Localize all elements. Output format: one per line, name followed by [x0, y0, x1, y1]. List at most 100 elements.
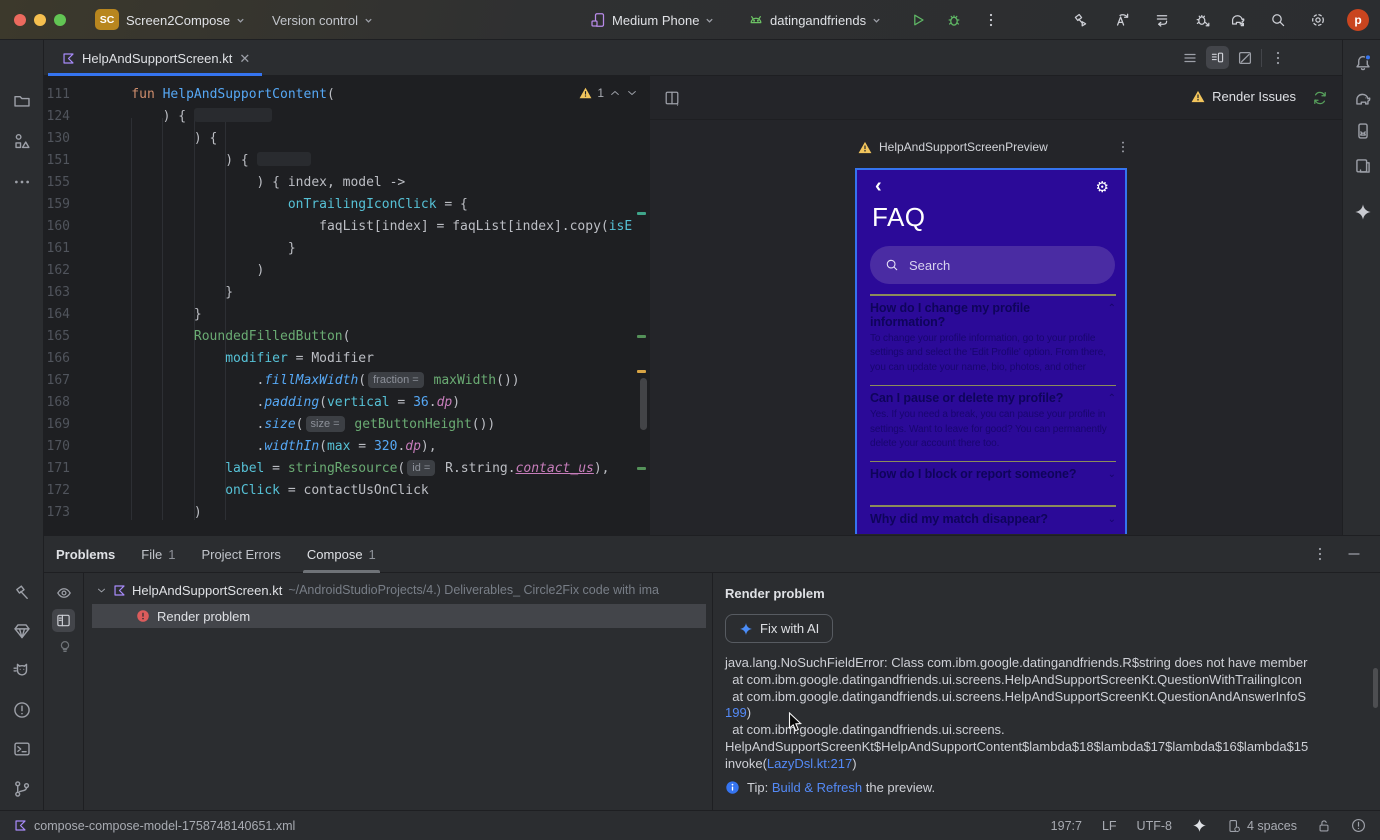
device-explorer-icon[interactable] [1354, 157, 1372, 175]
editor-options-icon[interactable] [1270, 50, 1286, 66]
run-config-label: datingandfriends [770, 12, 867, 28]
faq-item[interactable]: Can I pause or delete my profile? ⌃ Yes. I… [870, 384, 1116, 452]
window-zoom-button[interactable] [54, 14, 66, 26]
warning-icon [858, 141, 872, 153]
problems-tab-file[interactable]: File 1 [141, 536, 175, 573]
code-editor[interactable]: 111 fun HelpAndSupportContent(124) {130) … [44, 76, 648, 535]
problems-file-row[interactable]: HelpAndSupportScreen.kt ~/AndroidStudioP… [84, 578, 712, 602]
logcat-tool-icon[interactable] [13, 661, 31, 679]
build-refresh-link[interactable]: Build & Refresh [772, 780, 862, 795]
vcs-menu[interactable]: Version control [272, 0, 373, 40]
more-tool-windows-icon[interactable] [13, 173, 31, 191]
gradle-sync-icon[interactable] [1230, 12, 1246, 28]
unlocked-icon[interactable] [1317, 819, 1331, 833]
settings-icon[interactable] [1310, 12, 1326, 28]
terminal-tool-icon[interactable] [13, 740, 31, 758]
gemini-ai-icon[interactable] [1354, 203, 1372, 221]
problem-details-pane: Render problem Fix with AI java.lang.NoS… [712, 573, 1380, 810]
structure-tool-icon[interactable] [13, 132, 31, 150]
lightbulb-icon[interactable] [57, 639, 73, 655]
ai-code-completion-icon[interactable] [1114, 12, 1130, 28]
details-scrollbar[interactable] [1373, 668, 1378, 708]
debug-button[interactable] [946, 12, 962, 28]
layout-mode-icon[interactable] [664, 90, 680, 106]
avatar[interactable]: p [1347, 9, 1369, 31]
app-quality-insights-icon[interactable] [13, 622, 31, 640]
preview-title-row[interactable]: HelpAndSupportScreenPreview [858, 140, 1130, 154]
run-configuration-selector[interactable]: datingandfriends [748, 0, 881, 40]
profiler-icon[interactable] [1195, 12, 1211, 28]
editor-scrollbar[interactable] [640, 378, 647, 430]
gradle-tool-icon[interactable] [1354, 90, 1372, 108]
run-button[interactable] [910, 12, 926, 28]
next-problem-icon[interactable] [626, 87, 638, 99]
git-tool-icon[interactable] [13, 780, 31, 798]
window-close-button[interactable] [14, 14, 26, 26]
faq-chevron-icon: ⌃ [1107, 393, 1116, 404]
settings-gear-icon[interactable]: ⚙ [1096, 178, 1109, 196]
inspection-widget[interactable]: 1 [579, 86, 638, 100]
editor-tab[interactable]: HelpAndSupportScreen.kt ✕ [48, 40, 263, 76]
problems-tab-compose[interactable]: Compose 1 [302, 536, 380, 573]
window-minimize-button[interactable] [34, 14, 46, 26]
faq-search-bar[interactable]: Search [870, 246, 1115, 284]
fix-with-ai-button[interactable]: Fix with AI [725, 614, 834, 643]
device-selector[interactable]: Medium Phone [590, 0, 714, 40]
title-bar: SC Screen2Compose Version control Medium… [0, 0, 1380, 40]
prev-problem-icon[interactable] [609, 87, 621, 99]
tab-close-icon[interactable]: ✕ [239, 52, 250, 65]
render-problem-row[interactable]: Render problem [92, 604, 706, 628]
refresh-preview-icon[interactable] [1312, 90, 1328, 106]
stack-trace-link[interactable]: 199 [725, 705, 747, 720]
build-tool-icon[interactable] [13, 583, 31, 601]
statusbar-file[interactable]: compose-compose-model-1758748140651.xml [14, 819, 295, 833]
preview-view-icon[interactable] [1237, 50, 1253, 66]
back-icon[interactable]: ‹ [875, 176, 882, 196]
faq-answer [870, 484, 1116, 496]
line-number: 167 [46, 373, 70, 388]
line-number: 162 [46, 263, 70, 278]
problems-tree[interactable]: HelpAndSupportScreen.kt ~/AndroidStudioP… [84, 573, 712, 810]
search-icon[interactable] [1270, 12, 1286, 28]
search-icon [886, 259, 898, 271]
project-selector[interactable]: Screen2Compose [126, 0, 245, 40]
code-view-icon[interactable] [1182, 50, 1198, 66]
preview-phone-frame[interactable]: ‹ ⚙ FAQ Search How do I change my profil… [855, 168, 1127, 534]
project-tool-icon[interactable] [13, 92, 31, 110]
render-issues-button[interactable]: Render Issues [1191, 89, 1296, 104]
chevron-down-icon[interactable] [96, 585, 107, 596]
running-devices-icon[interactable] [1354, 122, 1372, 140]
split-view-icon [1211, 52, 1224, 63]
indent-setting[interactable]: 4 spaces [1227, 819, 1297, 833]
faq-item[interactable]: How do I change my profile information? ⌃… [870, 294, 1116, 376]
faq-question: How do I change my profile information? [870, 300, 1030, 329]
scrollbar-mark [637, 335, 646, 338]
code-line: 159 onTrailingIconClick = { [44, 194, 648, 216]
preview-options-icon[interactable] [1116, 140, 1130, 154]
faq-item[interactable]: Why did my match disappear? ⌄ [870, 505, 1116, 534]
caret-position[interactable]: 197:7 [1051, 819, 1082, 833]
kotlin-file-icon [63, 52, 74, 64]
minimize-panel-icon[interactable] [1346, 546, 1362, 562]
warning-icon [579, 87, 592, 99]
details-view-toggle[interactable] [52, 609, 75, 632]
mouse-cursor [788, 712, 802, 732]
event-log-icon[interactable] [1351, 818, 1366, 833]
file-encoding[interactable]: UTF-8 [1137, 819, 1172, 833]
folded-region[interactable] [256, 152, 311, 166]
problems-tab-project-errors[interactable]: Project Errors [201, 536, 280, 573]
split-view-toggle[interactable] [1206, 46, 1229, 69]
filter-eye-icon[interactable] [56, 585, 72, 601]
build-icon[interactable] [1072, 12, 1088, 28]
faq-item[interactable]: How do I block or report someone? ⌄ [870, 460, 1116, 497]
line-separator[interactable]: LF [1102, 819, 1117, 833]
problems-tool-icon[interactable] [13, 701, 31, 719]
history-icon[interactable] [1154, 12, 1170, 28]
folded-region[interactable] [194, 108, 273, 122]
notifications-icon[interactable] [1354, 54, 1372, 72]
panel-options-icon[interactable] [1312, 546, 1328, 562]
stack-trace-link[interactable]: LazyDsl.kt:217 [767, 756, 852, 771]
more-actions-icon[interactable] [983, 12, 999, 28]
ai-status-icon[interactable] [1192, 818, 1207, 833]
device-icon [591, 13, 605, 27]
